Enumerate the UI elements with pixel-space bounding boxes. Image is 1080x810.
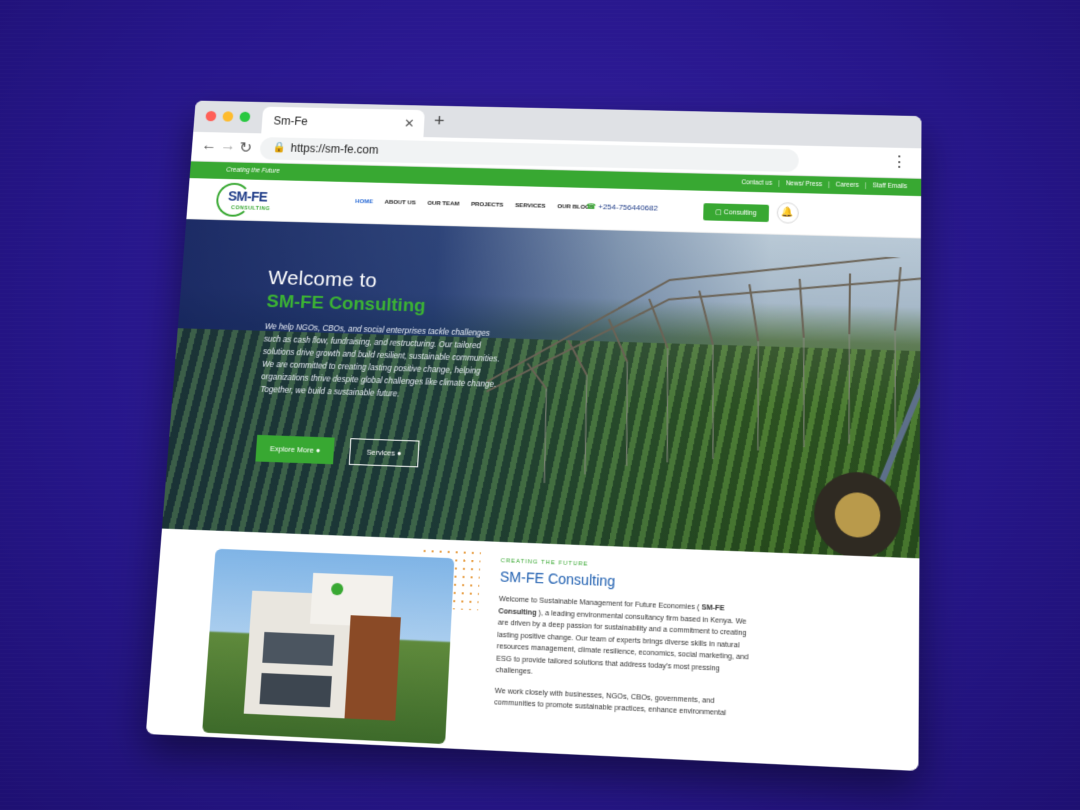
minimize-window-button[interactable]	[222, 111, 234, 122]
about-text: CREATING THE FUTURE SM-FE Consulting Wel…	[494, 558, 756, 720]
site-tagline: Creating the Future	[226, 166, 280, 175]
site-logo[interactable]: SM-FE CONSULTING	[215, 182, 286, 218]
menu-item-projects[interactable]: PROJECTS	[471, 201, 504, 208]
hero-section: Welcome to SM-FE Consulting We help NGOs…	[161, 219, 921, 559]
lock-icon: 🔒	[272, 141, 287, 154]
menu-icon[interactable]: ⋮	[891, 152, 907, 171]
window-controls	[205, 110, 251, 123]
tab-title: Sm-Fe	[273, 114, 309, 128]
about-paragraph-1: Welcome to Sustainable Management for Fu…	[495, 593, 749, 676]
reload-icon[interactable]: ↻	[239, 138, 253, 157]
hero-brand: SM-FE Consulting	[265, 291, 426, 317]
main-menu: HOME ABOUT US OUR TEAM PROJECTS SERVICES…	[355, 198, 594, 211]
menu-item-team[interactable]: OUR TEAM	[427, 200, 459, 207]
phone-number: +254-756440682	[598, 202, 659, 213]
hero-text: Welcome to SM-FE Consulting We help NGOs…	[260, 267, 512, 404]
about-paragraph-2: We work closely with businesses, NGOs, C…	[494, 685, 727, 718]
arrow-circle-icon: ●	[396, 448, 402, 458]
headset-icon: ☎	[586, 202, 597, 211]
new-tab-icon[interactable]: +	[433, 111, 445, 132]
office-building-image	[202, 548, 455, 745]
menu-item-services[interactable]: SERVICES	[515, 202, 546, 209]
arrow-circle-icon: ●	[315, 445, 321, 455]
services-button[interactable]: Services ●	[349, 438, 420, 468]
browser-tab[interactable]: Sm-Fe ✕	[261, 106, 425, 138]
chat-icon: ▢	[715, 209, 722, 217]
phone-contact[interactable]: ☎ +254-756440682	[586, 202, 658, 212]
explore-more-button[interactable]: Explore More ●	[255, 434, 335, 465]
menu-item-home[interactable]: HOME	[355, 198, 373, 205]
bell-icon[interactable]: 🔔	[776, 202, 799, 224]
consulting-button[interactable]: ▢ Consulting	[703, 203, 769, 223]
top-link-staff-emails[interactable]: Staff Emails	[872, 182, 907, 190]
close-tab-icon[interactable]: ✕	[404, 116, 415, 131]
forward-icon[interactable]: →	[220, 138, 236, 155]
irrigation-pivot-image	[459, 246, 921, 559]
maximize-window-button[interactable]	[239, 111, 251, 123]
top-link-news[interactable]: News/ Press	[786, 180, 822, 188]
top-links: Contact us | News/ Press | Careers | Sta…	[741, 179, 908, 191]
back-icon[interactable]: ←	[201, 138, 217, 155]
browser-window: Sm-Fe ✕ + ← → ↻ 🔒 https://sm-fe.com ⋮ Cr…	[145, 100, 922, 772]
menu-item-about[interactable]: ABOUT US	[384, 199, 416, 206]
top-link-contact[interactable]: Contact us	[741, 179, 772, 186]
url-text: https://sm-fe.com	[290, 141, 379, 157]
about-section: CREATING THE FUTURE SM-FE Consulting Wel…	[145, 528, 920, 769]
stage: Sm-Fe ✕ + ← → ↻ 🔒 https://sm-fe.com ⋮ Cr…	[0, 0, 1080, 810]
close-window-button[interactable]	[205, 110, 217, 122]
hero-description: We help NGOs, CBOs, and social enterpris…	[260, 322, 500, 399]
top-link-careers[interactable]: Careers	[836, 182, 859, 189]
